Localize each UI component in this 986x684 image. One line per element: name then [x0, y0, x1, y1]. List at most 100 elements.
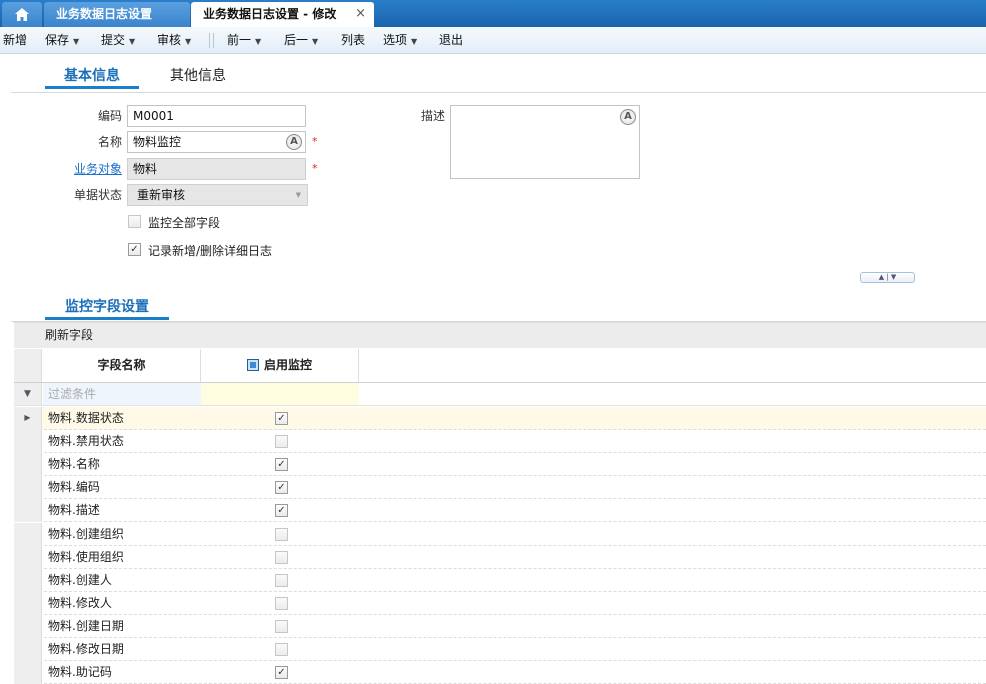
chevron-down-icon: ▼: [411, 37, 418, 46]
desc-textarea[interactable]: A: [450, 105, 640, 179]
tab-monitor-fields-label: 监控字段设置: [65, 299, 149, 315]
audit-label: 审核: [157, 33, 182, 47]
enable-monitor-checkbox[interactable]: ✓: [275, 458, 288, 472]
submit-button[interactable]: 提交 ▼: [101, 27, 135, 54]
row-indicator: [14, 661, 42, 684]
tab-basic-info-label: 基本信息: [64, 68, 120, 84]
next-button[interactable]: 后一 ▼: [284, 27, 318, 54]
field-name-cell: 物料.修改人: [48, 595, 112, 610]
lookup-icon[interactable]: A: [620, 109, 636, 125]
doc-status-select: 重新审核 ▼: [127, 184, 308, 206]
enable-monitor-checkbox[interactable]: ✓: [275, 527, 288, 541]
lookup-icon[interactable]: A: [286, 134, 302, 150]
enable-monitor-checkbox[interactable]: ✓: [275, 550, 288, 564]
refresh-fields-button[interactable]: 刷新字段: [45, 323, 93, 348]
enable-monitor-checkbox[interactable]: ✓: [275, 481, 288, 495]
log-detail-label: 记录新增/删除详细日志: [148, 244, 273, 258]
header-checkbox[interactable]: [246, 359, 259, 371]
row-indicator-header: [14, 349, 42, 382]
field-name-cell: 物料.禁用状态: [48, 434, 124, 449]
table-row[interactable]: 物料.创建组织 ✓: [14, 522, 986, 546]
options-button[interactable]: 选项 ▼: [383, 27, 417, 54]
name-label: 名称: [97, 135, 122, 149]
field-name-cell: 物料.使用组织: [48, 549, 124, 564]
enable-monitor-checkbox[interactable]: ✓: [275, 666, 288, 680]
chevron-down-icon: ▼: [185, 37, 192, 46]
chevron-down-icon: ▼: [129, 37, 136, 46]
row-indicator: [14, 499, 42, 523]
table-row[interactable]: 物料.使用组织 ✓: [14, 545, 986, 569]
chevron-down-icon: ▼: [312, 37, 319, 46]
code-label: 编码: [97, 109, 122, 123]
audit-button[interactable]: 审核 ▼: [157, 27, 191, 54]
row-indicator: [14, 545, 42, 569]
table-row[interactable]: 物料.名称 ✓: [14, 453, 986, 477]
tab-label: 业务数据日志设置 - 修改: [203, 7, 337, 21]
prev-button[interactable]: 前一 ▼: [227, 27, 261, 54]
table-row[interactable]: 物料.描述 ✓: [14, 499, 986, 523]
biz-object-link[interactable]: 业务对象: [60, 160, 122, 177]
row-indicator: [14, 522, 42, 546]
row-indicator: [14, 591, 42, 615]
list-label: 列表: [341, 33, 366, 47]
tab-monitor-fields[interactable]: 监控字段设置: [45, 296, 169, 320]
enable-monitor-checkbox[interactable]: ✓: [275, 504, 288, 518]
close-icon[interactable]: ×: [355, 2, 366, 26]
required-mark: *: [312, 162, 318, 175]
row-indicator: [14, 476, 42, 500]
grid-header: 字段名称 启用监控: [14, 349, 986, 383]
new-button[interactable]: 新增: [3, 27, 27, 54]
col-header-field-name[interactable]: 字段名称: [43, 349, 201, 382]
next-label: 后一: [284, 33, 309, 47]
field-name-cell: 物料.创建组织: [48, 526, 124, 541]
row-indicator: [14, 638, 42, 661]
row-indicator: [14, 430, 42, 454]
field-name-cell: 物料.创建日期: [48, 618, 124, 633]
list-button[interactable]: 列表: [341, 27, 365, 54]
chevron-down-icon: ▼: [255, 37, 262, 46]
table-row[interactable]: 物料.修改人 ✓: [14, 591, 986, 615]
table-row[interactable]: 物料.修改日期 ✓: [14, 638, 986, 661]
table-row[interactable]: 物料.创建日期 ✓: [14, 614, 986, 638]
enable-monitor-checkbox[interactable]: ✓: [275, 435, 288, 449]
code-input[interactable]: M0001: [127, 105, 306, 127]
log-detail-checkbox[interactable]: ✓: [128, 243, 141, 256]
filter-enable-cell[interactable]: [201, 383, 359, 405]
tab-basic-info[interactable]: 基本信息: [45, 65, 139, 89]
table-row[interactable]: 物料.助记码 ✓: [14, 661, 986, 684]
field-name-cell: 物料.描述: [48, 503, 100, 518]
table-row[interactable]: 物料.创建人 ✓: [14, 568, 986, 592]
enable-monitor-checkbox[interactable]: ✓: [275, 573, 288, 587]
monitor-all-checkbox[interactable]: ✓: [128, 215, 141, 228]
chevron-down-icon: ▼: [295, 191, 301, 199]
field-name-cell: 物料.创建人: [48, 572, 112, 587]
chevron-down-icon: ▼: [73, 37, 80, 46]
tab-biz-log-settings[interactable]: 业务数据日志设置: [44, 2, 190, 27]
collapse-toggle-button[interactable]: ▲ | ▼: [860, 272, 915, 283]
enable-monitor-checkbox[interactable]: ✓: [275, 596, 288, 610]
col-header-enable[interactable]: 启用监控: [201, 349, 359, 382]
exit-label: 退出: [439, 33, 464, 47]
col-header-enable-label: 启用监控: [263, 358, 312, 372]
table-row[interactable]: 物料.禁用状态 ✓: [14, 430, 986, 454]
save-button[interactable]: 保存 ▼: [45, 27, 79, 54]
enable-monitor-checkbox[interactable]: ✓: [275, 412, 288, 425]
tab-other-info[interactable]: 其他信息: [170, 65, 226, 89]
enable-monitor-checkbox[interactable]: ✓: [275, 643, 288, 656]
enable-monitor-checkbox[interactable]: ✓: [275, 619, 288, 633]
name-input[interactable]: 物料监控 A: [127, 131, 306, 153]
row-pointer-icon: ▶: [14, 407, 42, 430]
options-label: 选项: [383, 33, 408, 47]
new-label: 新增: [3, 33, 28, 47]
tab-biz-log-settings-edit[interactable]: 业务数据日志设置 - 修改 ×: [191, 2, 374, 27]
required-mark: *: [312, 135, 318, 148]
toolbar-divider: [209, 33, 210, 48]
home-icon: [15, 8, 29, 21]
table-row[interactable]: ▶ 物料.数据状态 ✓: [14, 407, 986, 430]
table-row[interactable]: 物料.编码 ✓: [14, 476, 986, 500]
filter-field-name-cell[interactable]: 过滤条件: [43, 383, 201, 405]
exit-button[interactable]: 退出: [439, 27, 463, 54]
row-indicator: [14, 568, 42, 592]
home-tab[interactable]: [2, 2, 42, 27]
document-tab-bar: 业务数据日志设置 业务数据日志设置 - 修改 ×: [0, 0, 986, 27]
